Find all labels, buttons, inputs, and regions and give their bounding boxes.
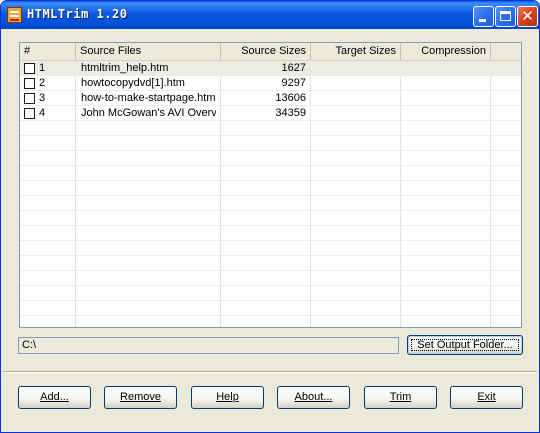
column-header-target-sizes[interactable]: Target Sizes xyxy=(311,43,401,60)
column-header-index[interactable]: # xyxy=(20,43,76,60)
row-target-size xyxy=(311,91,396,106)
row-divider xyxy=(20,315,521,316)
title-bar[interactable]: HTMLTrim 1.20 ✕ xyxy=(1,1,539,29)
row-source-file: htmltrim_help.htm xyxy=(81,62,169,74)
empty-row xyxy=(20,256,521,271)
row-compression xyxy=(401,76,486,91)
column-header-source-files[interactable]: Source Files xyxy=(76,43,221,60)
row-compression xyxy=(401,106,486,121)
maximize-icon xyxy=(500,11,511,21)
remove-button-label: Remove xyxy=(120,391,161,403)
row-source-file: howtocopydvd[1].htm xyxy=(81,77,185,89)
row-source-size: 9297 xyxy=(281,77,306,89)
table-row[interactable]: 4 John McGowan's AVI Overvi... 34359 xyxy=(20,106,521,121)
trim-button-label: Trim xyxy=(389,391,412,403)
table-row[interactable]: 3 how-to-make-startpage.htm 13606 xyxy=(20,91,521,106)
exit-button[interactable]: Exit xyxy=(450,386,523,409)
focus-ring xyxy=(411,339,519,351)
row-index: 3 xyxy=(39,92,46,104)
row-checkbox[interactable] xyxy=(24,93,35,104)
close-icon: ✕ xyxy=(521,7,534,25)
close-button[interactable]: ✕ xyxy=(517,6,538,27)
empty-row xyxy=(20,271,521,286)
table-row[interactable]: 2 howtocopydvd[1].htm 9297 xyxy=(20,76,521,91)
empty-row xyxy=(20,166,521,181)
maximize-button[interactable] xyxy=(495,6,516,27)
help-button-label: Help xyxy=(216,391,239,403)
column-header-source-sizes[interactable]: Source Sizes xyxy=(221,43,311,60)
empty-row xyxy=(20,196,521,211)
help-button[interactable]: Help xyxy=(191,386,264,409)
row-source-size: 34359 xyxy=(275,107,306,119)
set-output-folder-button[interactable]: Set Output Folder... xyxy=(407,335,523,355)
app-icon[interactable] xyxy=(7,7,22,23)
about-button[interactable]: About... xyxy=(277,386,350,409)
empty-row xyxy=(20,241,521,256)
row-checkbox[interactable] xyxy=(24,63,35,74)
list-header: # Source Files Source Sizes Target Sizes… xyxy=(20,43,521,61)
row-source-file: how-to-make-startpage.htm xyxy=(81,92,216,104)
trim-button[interactable]: Trim xyxy=(364,386,437,409)
file-list[interactable]: # Source Files Source Sizes Target Sizes… xyxy=(19,42,522,328)
row-source-size: 1627 xyxy=(281,62,306,74)
row-checkbox[interactable] xyxy=(24,78,35,89)
add-button-label: Add... xyxy=(40,391,69,403)
row-index: 1 xyxy=(39,62,46,74)
row-compression xyxy=(401,91,486,106)
empty-row xyxy=(20,136,521,151)
empty-row xyxy=(20,121,521,136)
add-button[interactable]: Add... xyxy=(18,386,91,409)
row-target-size xyxy=(311,106,396,121)
row-compression xyxy=(401,61,486,76)
empty-row xyxy=(20,211,521,226)
remove-button[interactable]: Remove xyxy=(104,386,177,409)
row-source-size: 13606 xyxy=(275,92,306,104)
output-folder-path[interactable]: C:\ xyxy=(18,337,399,354)
row-index: 4 xyxy=(39,107,46,119)
empty-row xyxy=(20,226,521,241)
empty-row xyxy=(20,151,521,166)
empty-row xyxy=(20,181,521,196)
about-button-label: About... xyxy=(294,391,333,403)
row-index: 2 xyxy=(39,77,46,89)
minimize-icon xyxy=(479,19,486,22)
column-header-compression[interactable]: Compression xyxy=(401,43,491,60)
minimize-button[interactable] xyxy=(473,6,494,27)
row-checkbox[interactable] xyxy=(24,108,35,119)
row-target-size xyxy=(311,61,396,76)
empty-row xyxy=(20,301,521,316)
row-source-file: John McGowan's AVI Overvi... xyxy=(81,107,216,119)
table-row[interactable]: 1 htmltrim_help.htm 1627 xyxy=(20,61,521,76)
empty-row xyxy=(20,286,521,301)
window-title: HTMLTrim 1.20 xyxy=(27,7,128,21)
app-window: HTMLTrim 1.20 ✕ # Source Files Source Si… xyxy=(0,0,540,433)
row-target-size xyxy=(311,76,396,91)
exit-button-label: Exit xyxy=(477,391,496,403)
